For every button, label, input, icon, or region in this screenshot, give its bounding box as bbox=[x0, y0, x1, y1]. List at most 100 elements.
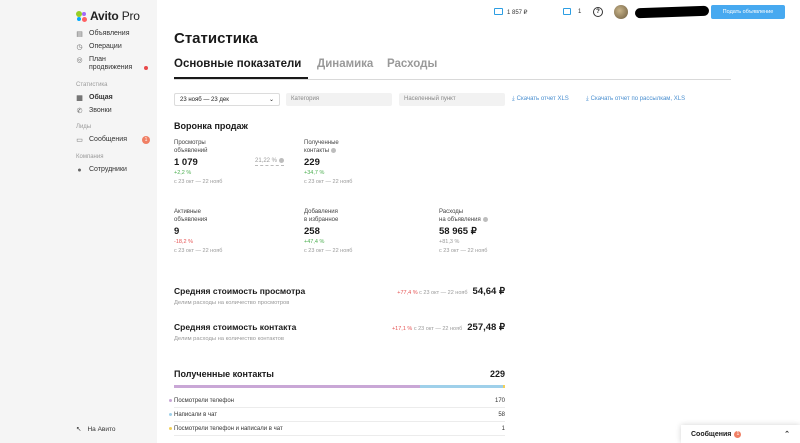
top-bar: 1 857 ₽ 1 ? Подать объявление bbox=[157, 0, 800, 26]
messages-count: 1 bbox=[578, 9, 582, 15]
download-mailing-label: Скачать отчет по рассылкам, XLS bbox=[590, 96, 686, 102]
phone-icon: ✆ bbox=[76, 108, 83, 115]
post-ad-button[interactable]: Подать объявление bbox=[711, 5, 785, 19]
metric-period: с 23 окт — 22 нояб bbox=[439, 248, 488, 254]
avito-logo-icon bbox=[76, 10, 87, 22]
clock-icon: ◷ bbox=[76, 44, 83, 51]
messages-icon[interactable] bbox=[563, 8, 571, 15]
sidebar-item-operations[interactable]: ◷ Операции bbox=[76, 43, 122, 51]
contact-type-count: 170 bbox=[494, 397, 505, 404]
contact-type-label: Посмотрели телефон и написали в чат bbox=[174, 425, 283, 432]
tab-dynamics[interactable]: Динамика bbox=[317, 58, 373, 70]
messages-popup-label: Сообщения bbox=[691, 430, 732, 438]
conversion-ratio[interactable]: 21,22 % bbox=[255, 158, 285, 167]
metric-value: 258 bbox=[304, 226, 320, 237]
back-to-avito-link[interactable]: ↖ На Авито bbox=[76, 425, 116, 434]
cost-change: +17,1 % bbox=[391, 326, 413, 332]
metric-label: контакты bbox=[304, 147, 419, 155]
tab-expenses[interactable]: Расходы bbox=[387, 58, 437, 70]
list-item: Посмотрели телефон 170 bbox=[169, 394, 505, 408]
info-icon[interactable] bbox=[331, 147, 337, 153]
cost-value: 54,64 ₽ bbox=[472, 286, 505, 297]
sidebar-item-label: Сотрудники bbox=[89, 166, 127, 173]
chevron-down-icon: ⌄ bbox=[268, 97, 274, 103]
metric-period: с 23 окт — 22 нояб bbox=[304, 248, 353, 254]
sidebar-item-label: Операции bbox=[89, 43, 122, 50]
section-leads: Лиды bbox=[76, 124, 92, 130]
legend-dot bbox=[169, 399, 172, 402]
contacts-bar-segment bbox=[419, 385, 504, 388]
info-icon[interactable] bbox=[482, 216, 488, 222]
funnel-title: Воронка продаж bbox=[174, 121, 248, 131]
contacts-bar-segment bbox=[174, 385, 420, 388]
metric-expenses: Расходы на объявления 58 965 ₽ +81,3 % с… bbox=[439, 208, 554, 255]
metric-contacts: Полученные контакты 229 +34,7 % с 23 окт… bbox=[304, 139, 419, 186]
cost-subtitle: Делим расходы на количество контактов bbox=[174, 336, 284, 342]
download-xls-label: Скачать отчет XLS bbox=[516, 96, 569, 102]
sidebar: Avito Pro ▤ Объявления ◷ Операции ◎ План… bbox=[0, 0, 157, 443]
date-range-select[interactable]: 23 нояб — 23 дек ⌄ bbox=[174, 93, 280, 106]
metric-change: +2,2 % bbox=[174, 170, 192, 176]
cost-period: с 23 окт — 22 нояб bbox=[419, 290, 468, 296]
sidebar-item-ads[interactable]: ▤ Объявления bbox=[76, 30, 129, 38]
conversion-ratio-value: 21,22 % bbox=[255, 158, 278, 165]
redacted-username bbox=[634, 5, 710, 19]
cost-change: +77,4 % bbox=[397, 290, 418, 296]
avito-pro-logo[interactable]: Avito Pro bbox=[76, 9, 140, 23]
metric-period: с 23 окт — 22 нояб bbox=[304, 179, 353, 185]
cost-subtitle: Делим расходы на количество просмотров bbox=[174, 300, 290, 306]
metric-label: Добавления bbox=[304, 209, 338, 215]
download-mailing-link[interactable]: ⤓ Скачать отчет по рассылкам, XLS bbox=[586, 93, 685, 106]
metric-active-ads: Активные объявления 9 -18,2 % с 23 окт —… bbox=[174, 208, 289, 255]
contact-type-label: Посмотрели телефон bbox=[174, 397, 234, 404]
info-icon bbox=[279, 158, 285, 163]
contacts-bar-segment bbox=[503, 385, 505, 388]
legend-dot bbox=[169, 413, 172, 416]
contacts-list: Посмотрели телефон 170 Написали в чат 58 Пос… bbox=[169, 394, 505, 436]
tab-main-metrics[interactable]: Основные показатели bbox=[174, 58, 301, 70]
category-input[interactable]: Категория bbox=[286, 93, 392, 106]
page-title: Статистика bbox=[174, 30, 258, 47]
contact-type-count: 1 bbox=[501, 425, 505, 432]
contacts-distribution-bar bbox=[174, 385, 505, 388]
metric-label: на объявления bbox=[439, 216, 554, 224]
legend-dot bbox=[169, 427, 172, 430]
download-xls-link[interactable]: ⤓ Скачать отчет XLS bbox=[512, 93, 569, 106]
contact-type-count: 58 bbox=[498, 411, 505, 418]
metric-value: 58 965 ₽ bbox=[439, 226, 477, 237]
list-item: Написали в чат 58 bbox=[169, 408, 505, 422]
sidebar-item-general[interactable]: ▦ Общая bbox=[76, 94, 113, 102]
tabs: Основные показатели Динамика Расходы bbox=[174, 58, 731, 80]
sidebar-item-label: Звонки bbox=[89, 107, 112, 114]
city-input[interactable]: Населенный пункт bbox=[399, 93, 505, 106]
balance[interactable]: 1 857 ₽ bbox=[507, 9, 528, 16]
cost-value: 257,48 ₽ bbox=[467, 322, 505, 333]
metric-period: с 23 окт — 22 нояб bbox=[174, 248, 223, 254]
avatar[interactable] bbox=[614, 5, 628, 19]
contact-type-label: Написали в чат bbox=[174, 411, 218, 418]
brand-name: Avito bbox=[90, 9, 119, 23]
metric-value: 229 bbox=[304, 157, 320, 168]
chevron-up-icon: ⌃ bbox=[784, 431, 790, 438]
messages-popup[interactable]: Сообщения 1 ⌃ bbox=[681, 425, 800, 443]
help-icon[interactable]: ? bbox=[593, 7, 603, 17]
metric-period: с 23 окт — 22 нояб bbox=[174, 179, 223, 185]
sidebar-item-label: План продвижения bbox=[89, 56, 133, 71]
metric-label: объявлений bbox=[174, 148, 208, 154]
sidebar-item-employees[interactable]: ● Сотрудники bbox=[76, 166, 127, 174]
metric-label: объявления bbox=[174, 217, 208, 223]
metric-change: +47,4 % bbox=[304, 239, 325, 245]
messages-badge: 1 bbox=[142, 136, 150, 144]
metric-value: 9 bbox=[174, 226, 180, 237]
active-tab-indicator bbox=[174, 77, 308, 79]
metric-label: Расходы bbox=[439, 209, 464, 215]
wallet-icon[interactable] bbox=[494, 8, 503, 15]
notification-dot bbox=[144, 66, 148, 70]
sidebar-item-promotion-plan[interactable]: ◎ План продвижения bbox=[76, 56, 146, 72]
brand-suffix: Pro bbox=[121, 9, 140, 23]
sidebar-item-messages[interactable]: ▭ Сообщения 1 bbox=[76, 136, 154, 144]
sidebar-item-calls[interactable]: ✆ Звонки bbox=[76, 107, 112, 115]
metric-change: -18,2 % bbox=[174, 239, 193, 245]
metric-change: +81,3 % bbox=[439, 239, 460, 245]
received-contacts: Полученные контакты 229 Посмотрели телеф… bbox=[169, 369, 505, 436]
